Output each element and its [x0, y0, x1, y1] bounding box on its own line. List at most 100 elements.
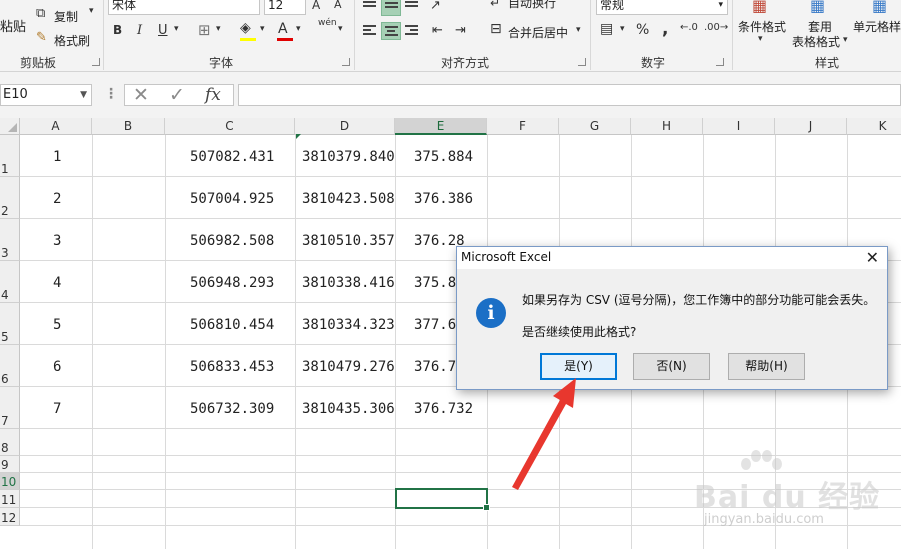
cell-d7[interactable]: 3810435.306	[302, 401, 395, 417]
merge-center-button[interactable]: 合并后居中	[508, 24, 568, 41]
cell-a4[interactable]: 4	[53, 275, 61, 291]
column-header-i[interactable]: I	[703, 118, 775, 135]
bold-button[interactable]: B	[113, 23, 122, 37]
cell-a3[interactable]: 3	[53, 233, 61, 249]
row-header-7[interactable]: 7	[0, 387, 20, 429]
row-header-10[interactable]: 10	[0, 473, 20, 490]
cell-styles-button[interactable]: 单元格样	[853, 18, 901, 35]
number-format-dropdown-icon[interactable]: ▾	[718, 0, 723, 14]
row-header-2[interactable]: 2	[0, 177, 20, 219]
cell-d2[interactable]: 3810423.508	[302, 191, 395, 207]
column-header-g[interactable]: G	[559, 118, 631, 135]
merge-dropdown-icon[interactable]: ▾	[576, 25, 581, 35]
conditional-format-dropdown-icon[interactable]: ▾	[758, 34, 763, 44]
percent-button[interactable]: %	[636, 22, 649, 38]
row-header-9[interactable]: 9	[0, 456, 20, 473]
copy-dropdown-icon[interactable]: ▾	[89, 6, 94, 16]
fill-color-icon[interactable]: ◈	[240, 20, 251, 36]
cell-a2[interactable]: 2	[53, 191, 61, 207]
orientation-icon[interactable]: ↗	[430, 0, 441, 13]
row-header-11[interactable]: 11	[0, 490, 20, 508]
font-launcher-icon[interactable]	[342, 58, 350, 66]
cell-d5[interactable]: 3810334.323	[302, 317, 395, 333]
format-painter-button[interactable]: 格式刷	[54, 32, 90, 49]
increase-indent-icon[interactable]: ⇥	[455, 23, 466, 38]
paste-button[interactable]: 粘贴	[0, 16, 26, 35]
underline-dropdown-icon[interactable]: ▾	[174, 24, 179, 34]
cell-d3[interactable]: 3810510.357	[302, 233, 395, 249]
bottom-align-button[interactable]	[402, 0, 422, 16]
font-color-button[interactable]: A	[278, 21, 288, 37]
cell-c1[interactable]: 507082.431	[190, 149, 274, 165]
close-icon[interactable]: ✕	[866, 248, 879, 267]
font-color-dropdown-icon[interactable]: ▾	[296, 24, 301, 34]
accounting-format-icon[interactable]: ▤	[600, 21, 613, 37]
row-header-8[interactable]: 8	[0, 429, 20, 456]
align-left-button[interactable]	[360, 22, 380, 40]
decrease-font-icon[interactable]: A	[334, 0, 342, 11]
table-format-dropdown-icon[interactable]: ▾	[843, 35, 848, 45]
cell-e2[interactable]: 376.386	[414, 191, 473, 207]
merge-center-icon[interactable]: ⊟	[490, 21, 502, 37]
clipboard-launcher-icon[interactable]	[92, 58, 100, 66]
formula-input[interactable]	[238, 84, 901, 106]
column-header-k[interactable]: K	[847, 118, 901, 135]
cell-c2[interactable]: 507004.925	[190, 191, 274, 207]
column-header-d[interactable]: D	[295, 118, 395, 135]
cell-d1[interactable]: 3810379.840	[302, 149, 395, 165]
accounting-dropdown-icon[interactable]: ▾	[620, 24, 625, 34]
column-header-c[interactable]: C	[165, 118, 295, 135]
phonetic-dropdown-icon[interactable]: ▾	[338, 24, 343, 34]
cell-a1[interactable]: 1	[53, 149, 61, 165]
column-header-b[interactable]: B	[92, 118, 165, 135]
decrease-decimal-icon[interactable]: .00→	[704, 22, 728, 33]
cell-e7[interactable]: 376.732	[414, 401, 473, 417]
conditional-format-button[interactable]: 条件格式	[738, 18, 786, 35]
row-header-3[interactable]: 3	[0, 219, 20, 261]
cancel-icon[interactable]: ✕	[133, 84, 149, 106]
cell-c4[interactable]: 506948.293	[190, 275, 274, 291]
cell-a5[interactable]: 5	[53, 317, 61, 333]
middle-align-button[interactable]	[381, 0, 401, 16]
column-header-j[interactable]: J	[775, 118, 847, 135]
italic-button[interactable]: I	[137, 23, 142, 38]
more-options-icon[interactable]: ⋮	[104, 86, 118, 102]
row-header-4[interactable]: 4	[0, 261, 20, 303]
cell-a6[interactable]: 6	[53, 359, 61, 375]
number-launcher-icon[interactable]	[716, 58, 724, 66]
border-icon[interactable]: ⊞	[198, 21, 211, 39]
enter-icon[interactable]: ✓	[169, 84, 185, 106]
row-header-6[interactable]: 6	[0, 345, 20, 387]
decrease-indent-icon[interactable]: ⇤	[432, 23, 443, 38]
table-format-button-line2[interactable]: 表格格式	[792, 33, 840, 50]
cell-e5[interactable]: 377.6	[414, 317, 456, 333]
column-header-e[interactable]: E	[395, 118, 487, 135]
comma-button[interactable]: ,	[662, 19, 668, 39]
alignment-launcher-icon[interactable]	[578, 58, 586, 66]
copy-button[interactable]: 复制	[54, 8, 78, 25]
row-header-5[interactable]: 5	[0, 303, 20, 345]
row-header-12[interactable]: 12	[0, 508, 20, 526]
align-right-button[interactable]	[402, 22, 422, 40]
name-box[interactable]: E10 ▼	[0, 84, 92, 106]
insert-function-button[interactable]: fx	[205, 85, 221, 105]
number-format-combo[interactable]: 常规 ▾	[596, 0, 728, 15]
name-box-dropdown-icon[interactable]: ▼	[80, 85, 87, 105]
top-align-button[interactable]	[360, 0, 380, 16]
cell-c6[interactable]: 506833.453	[190, 359, 274, 375]
no-button[interactable]: 否(N)	[633, 353, 710, 380]
underline-button[interactable]: U	[158, 23, 168, 38]
increase-font-icon[interactable]: A	[312, 0, 320, 12]
cell-e4[interactable]: 375.8	[414, 275, 456, 291]
font-name-combo[interactable]: 宋体	[108, 0, 260, 15]
column-header-f[interactable]: F	[487, 118, 559, 135]
cell-d4[interactable]: 3810338.416	[302, 275, 395, 291]
wrap-text-button[interactable]: 自动换行	[508, 0, 556, 11]
cell-e6[interactable]: 376.7	[414, 359, 456, 375]
align-center-button[interactable]	[381, 22, 401, 40]
border-dropdown-icon[interactable]: ▾	[216, 24, 221, 34]
cell-c7[interactable]: 506732.309	[190, 401, 274, 417]
active-cell-e10[interactable]	[395, 488, 490, 511]
column-header-h[interactable]: H	[631, 118, 703, 135]
cell-e1[interactable]: 375.884	[414, 149, 473, 165]
